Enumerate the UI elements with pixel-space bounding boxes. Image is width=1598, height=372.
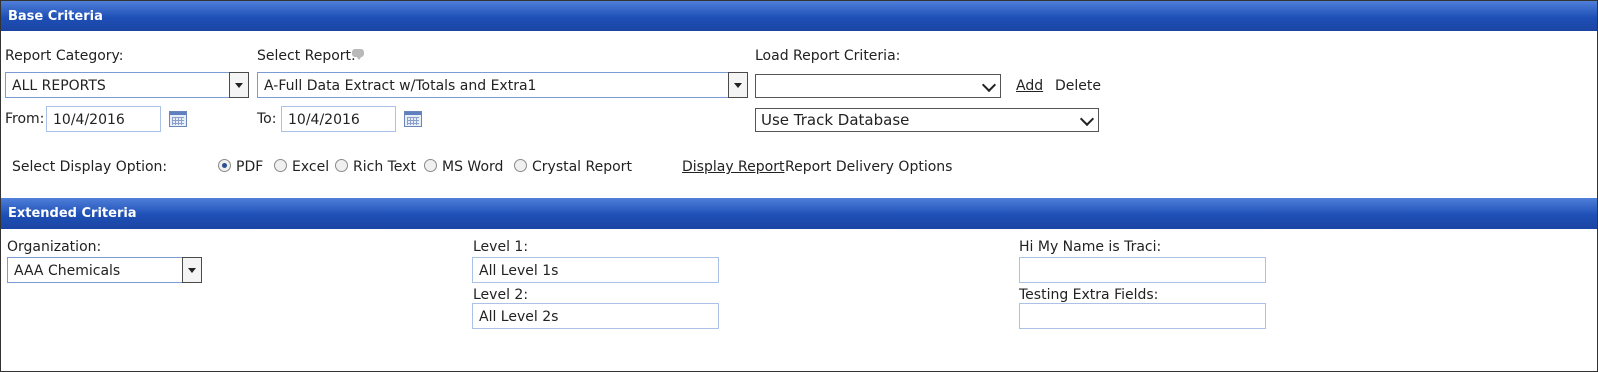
radio-pdf-label: PDF bbox=[236, 159, 264, 175]
level1-field[interactable]: All Level 1s bbox=[472, 257, 719, 283]
testing-field-label: Testing Extra Fields: bbox=[1019, 287, 1159, 303]
add-link[interactable]: Add bbox=[1016, 78, 1043, 94]
chevron-down-icon[interactable] bbox=[229, 72, 249, 98]
from-date-input[interactable]: 10/4/2016 bbox=[46, 106, 161, 132]
comment-icon[interactable] bbox=[352, 49, 364, 60]
level1-value: All Level 1s bbox=[479, 263, 559, 279]
from-label: From: bbox=[5, 111, 45, 127]
extended-criteria-header: Extended Criteria bbox=[1, 198, 1597, 229]
organization-value: AAA Chemicals bbox=[14, 263, 121, 279]
level2-label: Level 2: bbox=[473, 287, 529, 303]
radio-excel-label: Excel bbox=[292, 159, 330, 175]
level2-value: All Level 2s bbox=[479, 309, 559, 325]
level1-label: Level 1: bbox=[473, 239, 529, 255]
to-label: To: bbox=[257, 111, 277, 127]
radio-crystal-report-label: Crystal Report bbox=[532, 159, 632, 175]
report-criteria-panel: Base Criteria Report Category: Select Re… bbox=[0, 0, 1598, 372]
chevron-down-icon[interactable] bbox=[182, 257, 202, 283]
base-criteria-header: Base Criteria bbox=[1, 1, 1597, 31]
name-field-label: Hi My Name is Traci: bbox=[1019, 239, 1162, 255]
name-field-input[interactable] bbox=[1019, 257, 1266, 283]
database-select[interactable]: Use Track Database bbox=[755, 108, 1099, 132]
report-category-label: Report Category: bbox=[5, 48, 124, 64]
radio-crystal-report[interactable] bbox=[514, 159, 527, 172]
database-value: Use Track Database bbox=[761, 111, 910, 129]
display-report-link[interactable]: Display Report bbox=[682, 159, 784, 175]
select-report-value: A-Full Data Extract w/Totals and Extra1 bbox=[264, 78, 537, 94]
radio-rich-text[interactable] bbox=[335, 159, 348, 172]
delete-button[interactable]: Delete bbox=[1055, 78, 1101, 94]
load-criteria-label: Load Report Criteria: bbox=[755, 48, 901, 64]
radio-rich-text-label: Rich Text bbox=[353, 159, 416, 175]
organization-label: Organization: bbox=[7, 239, 102, 255]
display-option-label: Select Display Option: bbox=[12, 159, 168, 175]
radio-pdf[interactable] bbox=[218, 159, 231, 172]
chevron-down-icon bbox=[1079, 111, 1095, 127]
calendar-icon[interactable] bbox=[404, 111, 422, 127]
chevron-down-icon bbox=[981, 77, 997, 93]
chevron-down-icon[interactable] bbox=[728, 72, 748, 98]
calendar-icon[interactable] bbox=[169, 111, 187, 127]
report-delivery-options-button[interactable]: Report Delivery Options bbox=[785, 159, 952, 175]
report-category-combo[interactable]: ALL REPORTS bbox=[5, 72, 249, 98]
from-date-value: 10/4/2016 bbox=[53, 112, 125, 128]
radio-excel[interactable] bbox=[274, 159, 287, 172]
select-report-label: Select Report: bbox=[257, 48, 356, 64]
base-criteria-title: Base Criteria bbox=[8, 9, 103, 24]
report-category-value: ALL REPORTS bbox=[12, 78, 106, 94]
level2-field[interactable]: All Level 2s bbox=[472, 303, 719, 329]
radio-ms-word-label: MS Word bbox=[442, 159, 504, 175]
to-date-input[interactable]: 10/4/2016 bbox=[281, 106, 396, 132]
extended-criteria-title: Extended Criteria bbox=[8, 206, 137, 221]
radio-ms-word[interactable] bbox=[424, 159, 437, 172]
load-criteria-select[interactable] bbox=[755, 74, 1001, 98]
organization-combo[interactable]: AAA Chemicals bbox=[7, 257, 202, 283]
to-date-value: 10/4/2016 bbox=[288, 112, 360, 128]
testing-field-input[interactable] bbox=[1019, 303, 1266, 329]
select-report-combo[interactable]: A-Full Data Extract w/Totals and Extra1 bbox=[257, 72, 748, 98]
